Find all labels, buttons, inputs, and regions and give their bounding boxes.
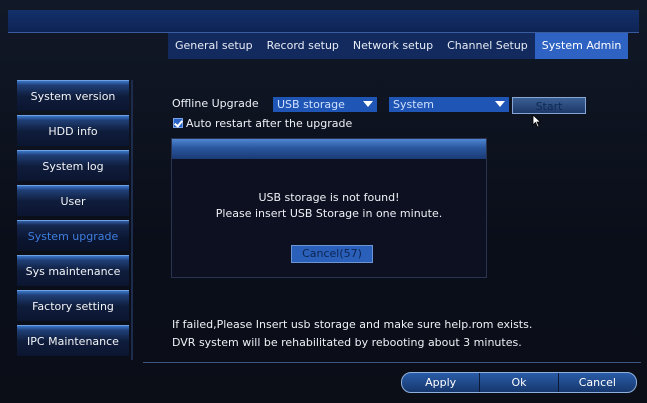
cancel-button[interactable]: Cancel xyxy=(557,373,636,392)
tab-network-setup[interactable]: Network setup xyxy=(346,33,440,59)
auto-restart-checkbox[interactable] xyxy=(173,118,183,128)
tab-bar: General setup Record setup Network setup… xyxy=(168,33,629,59)
note-line2: DVR system will be rehabilitated by rebo… xyxy=(172,336,522,349)
note-line1: If failed,Please Insert usb storage and … xyxy=(172,318,533,331)
upgrade-source-select[interactable]: USB storage xyxy=(273,97,377,112)
tab-channel-setup[interactable]: Channel Setup xyxy=(440,33,535,59)
chevron-down-icon xyxy=(363,101,373,107)
usb-warning-dialog: USB storage is not found! Please insert … xyxy=(171,138,487,278)
dialog-title-bar xyxy=(172,139,486,159)
sidebar-item-system-log[interactable]: System log xyxy=(17,150,129,181)
ok-button[interactable]: Ok xyxy=(479,373,557,392)
apply-button[interactable]: Apply xyxy=(402,373,479,392)
tab-system-admin[interactable]: System Admin xyxy=(534,33,629,59)
footer-divider xyxy=(143,362,641,363)
sidebar-item-sys-maintenance[interactable]: Sys maintenance xyxy=(17,255,129,286)
sidebar-item-system-upgrade[interactable]: System upgrade xyxy=(17,220,129,251)
sidebar-item-user[interactable]: User xyxy=(17,185,129,216)
start-button[interactable]: Start xyxy=(512,97,586,114)
dialog-cancel-button[interactable]: Cancel(57) xyxy=(291,245,373,263)
mouse-cursor-icon xyxy=(532,114,542,128)
sidebar-item-factory-setting[interactable]: Factory setting xyxy=(17,290,129,321)
tab-general-setup[interactable]: General setup xyxy=(168,33,260,59)
tab-record-setup[interactable]: Record setup xyxy=(260,33,346,59)
settings-window: General setup Record setup Network setup… xyxy=(0,0,647,403)
dialog-message-line2: Please insert USB Storage in one minute. xyxy=(215,207,443,220)
sidebar-item-hdd-info[interactable]: HDD info xyxy=(17,115,129,146)
upgrade-target-select[interactable]: System xyxy=(389,97,509,112)
chevron-down-icon xyxy=(495,101,505,107)
sidebar-item-ipc-maintenance[interactable]: IPC Maintenance xyxy=(17,325,129,356)
dialog-message-line1: USB storage is not found! xyxy=(258,191,400,204)
sidebar-divider xyxy=(131,80,133,360)
auto-restart-label: Auto restart after the upgrade xyxy=(186,117,353,130)
upgrade-source-value: USB storage xyxy=(277,98,345,111)
sidebar-item-system-version[interactable]: System version xyxy=(17,80,129,111)
title-bar xyxy=(8,10,639,33)
offline-upgrade-label: Offline Upgrade xyxy=(172,97,259,110)
footer-button-group: Apply Ok Cancel xyxy=(401,372,637,393)
upgrade-target-value: System xyxy=(393,98,435,111)
